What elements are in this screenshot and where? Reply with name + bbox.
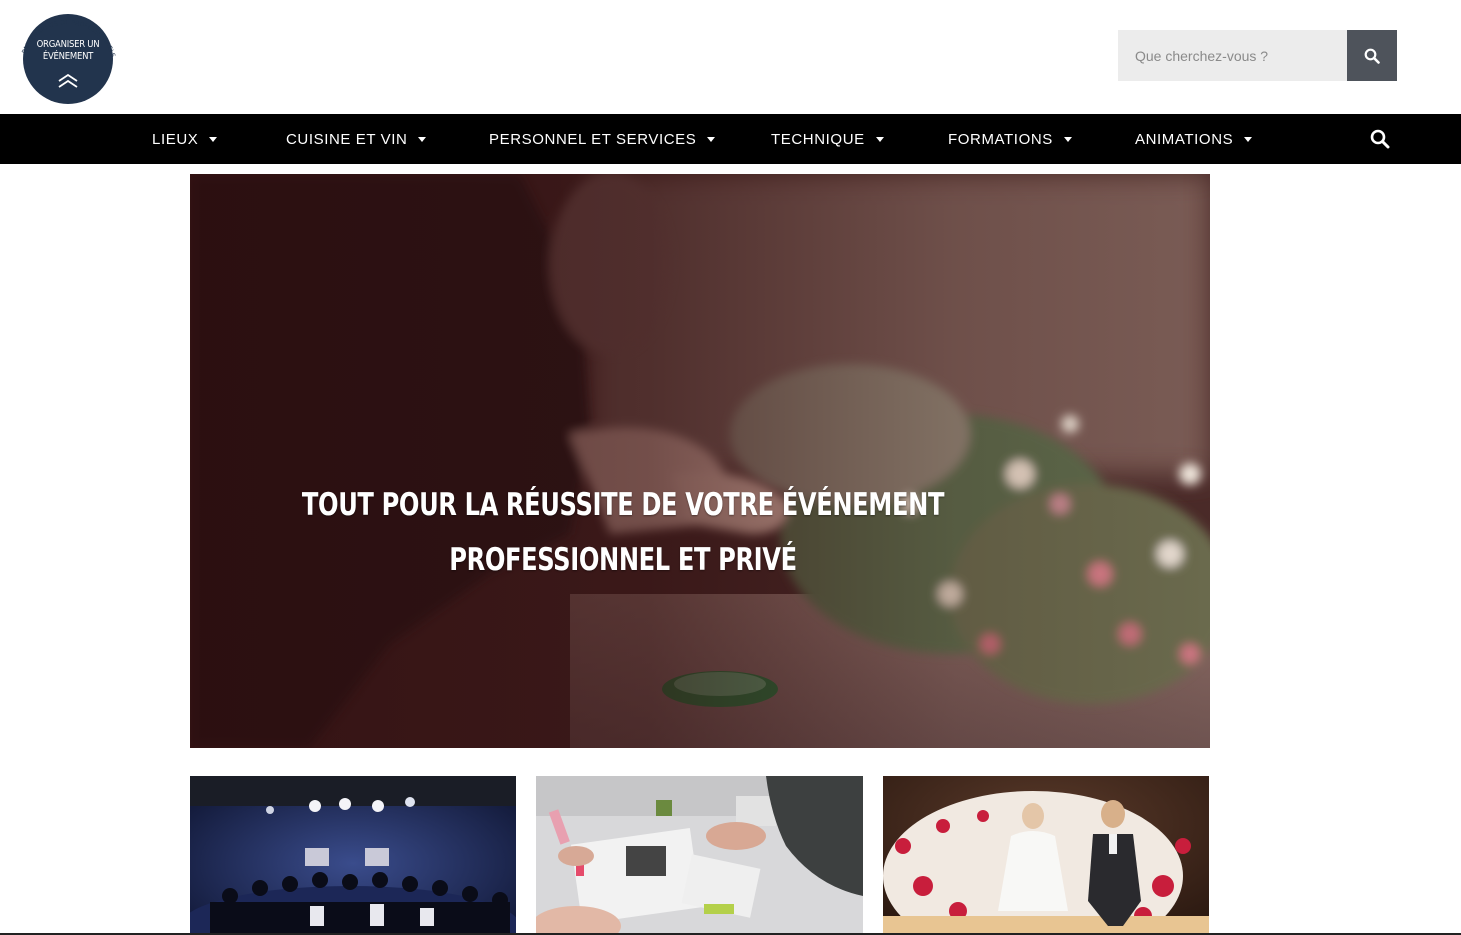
hero-title-line-2: PROFESSIONNEL ET PRIVÉ xyxy=(449,542,797,578)
card-planning-image[interactable] xyxy=(536,776,863,935)
hero-title: TOUT POUR LA RÉUSSITE DE VOTRE ÉVÉNEMENT… xyxy=(285,478,960,588)
double-chevron-up-icon xyxy=(58,74,78,88)
nav-item-label: FORMATIONS xyxy=(948,130,1053,148)
search-icon xyxy=(1364,48,1380,64)
nav-item-label: TECHNIQUE xyxy=(771,130,865,148)
card-wedding-image[interactable] xyxy=(883,776,1209,935)
planning-documents-photo xyxy=(536,776,863,935)
site-header: PARTENARIATS DE PROFESSIONNELS ORGANISER… xyxy=(0,0,1461,114)
caret-down-icon xyxy=(1244,137,1253,142)
caret-down-icon xyxy=(418,137,427,142)
logo-line-2: ÉVÉNEMENT xyxy=(42,51,94,62)
nav-item-cuisine-et-vin[interactable]: CUISINE ET VIN xyxy=(286,114,427,164)
nav-item-formations[interactable]: FORMATIONS xyxy=(948,114,1072,164)
wedding-cake-photo xyxy=(883,776,1209,935)
logo-line-1: ORGANISER UN xyxy=(36,39,100,50)
nav-item-animations[interactable]: ANIMATIONS xyxy=(1135,114,1253,164)
caret-down-icon xyxy=(707,137,716,142)
search-icon[interactable] xyxy=(1370,129,1390,149)
nav-item-label: PERSONNEL ET SERVICES xyxy=(489,130,697,148)
caret-down-icon xyxy=(1063,137,1072,142)
nav-item-technique[interactable]: TECHNIQUE xyxy=(771,114,884,164)
search-button[interactable] xyxy=(1347,30,1397,81)
nav-item-label: ANIMATIONS xyxy=(1135,130,1234,148)
nav-item-label: CUISINE ET VIN xyxy=(286,130,408,148)
hero-overlay xyxy=(190,174,1210,748)
nav-item-personnel-et-services[interactable]: PERSONNEL ET SERVICES xyxy=(489,114,716,164)
nav-item-label: LIEUX xyxy=(152,130,199,148)
search-input[interactable] xyxy=(1118,30,1347,81)
caret-down-icon xyxy=(875,137,884,142)
main-navigation: LIEUX CUISINE ET VIN PERSONNEL ET SERVIC… xyxy=(0,114,1461,164)
hero-banner: TOUT POUR LA RÉUSSITE DE VOTRE ÉVÉNEMENT… xyxy=(190,174,1210,748)
logo-text: ORGANISER UN ÉVÉNEMENT xyxy=(30,39,107,63)
caret-down-icon xyxy=(209,137,218,142)
nav-item-lieux[interactable]: LIEUX xyxy=(152,114,218,164)
site-logo[interactable]: PARTENARIATS DE PROFESSIONNELS ORGANISER… xyxy=(21,14,116,104)
card-conference-image[interactable] xyxy=(190,776,516,935)
hero-title-line-1: TOUT POUR LA RÉUSSITE DE VOTRE ÉVÉNEMENT xyxy=(301,487,945,523)
conference-panel-photo xyxy=(190,776,516,935)
